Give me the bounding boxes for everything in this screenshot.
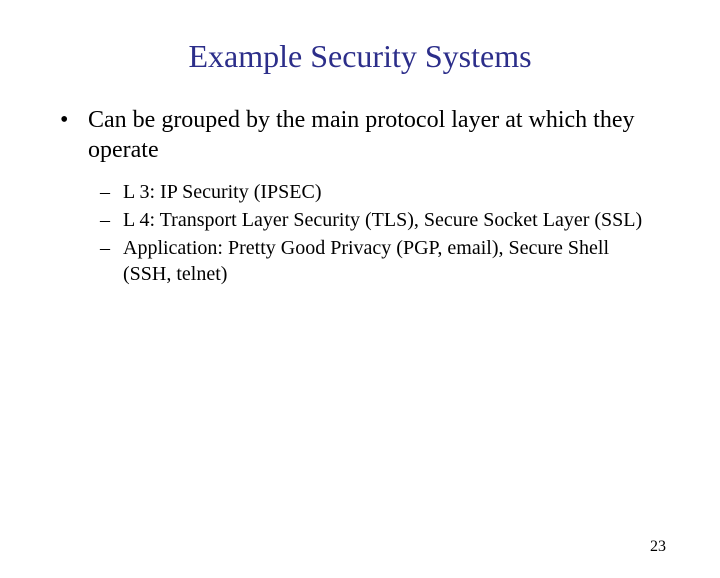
slide-body: • Can be grouped by the main protocol la…	[0, 105, 720, 287]
page-number: 23	[650, 538, 666, 556]
bullet-level1: • Can be grouped by the main protocol la…	[60, 105, 660, 165]
bullet-level2: – Application: Pretty Good Privacy (PGP,…	[100, 235, 660, 287]
bullet-text: Can be grouped by the main protocol laye…	[88, 105, 658, 165]
bullet-dot-icon: •	[60, 105, 82, 135]
bullet-level2: – L 4: Transport Layer Security (TLS), S…	[100, 207, 660, 233]
slide-title: Example Security Systems	[0, 38, 720, 75]
slide: Example Security Systems • Can be groupe…	[0, 38, 720, 578]
sub-bullet-text: L 4: Transport Layer Security (TLS), Sec…	[123, 207, 659, 233]
bullet-level2: – L 3: IP Security (IPSEC)	[100, 179, 660, 205]
dash-icon: –	[100, 235, 118, 261]
dash-icon: –	[100, 207, 118, 233]
sub-bullet-text: Application: Pretty Good Privacy (PGP, e…	[123, 235, 659, 287]
dash-icon: –	[100, 179, 118, 205]
sub-bullet-text: L 3: IP Security (IPSEC)	[123, 179, 659, 205]
